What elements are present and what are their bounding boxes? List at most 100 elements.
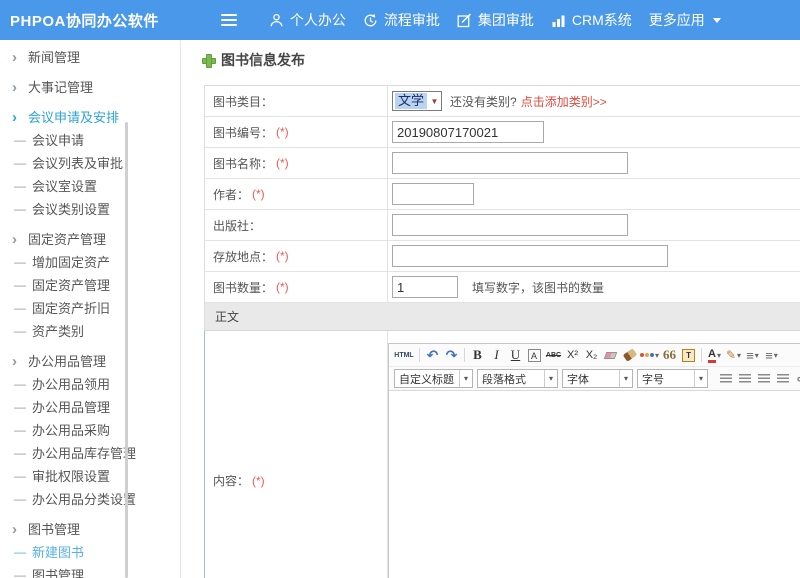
nav-more-apps[interactable]: 更多应用 (647, 0, 723, 40)
ordered-list-icon: ≡ (746, 348, 754, 363)
paragraph-format-select[interactable]: 段落格式▾ (477, 369, 558, 388)
sidebar-item-meeting-list[interactable]: —会议列表及审批 (0, 152, 180, 175)
sidebar-item-approval-permission[interactable]: —审批权限设置 (0, 465, 180, 488)
caret-down-icon: ▾ (755, 351, 759, 360)
superscript-button[interactable]: X² (564, 346, 581, 364)
sidebar-item-supplies-stock[interactable]: —办公用品库存管理 (0, 442, 180, 465)
toolbar-separator (464, 348, 465, 362)
ordered-list-button[interactable]: ≡▾ (744, 346, 761, 364)
align-left-button[interactable] (717, 370, 734, 388)
form-row-book-number: 图书编号：(*) (204, 117, 800, 148)
sidebar-item-books-group[interactable]: ›图书管理 (0, 518, 180, 541)
redo-button[interactable]: ↷ (443, 346, 460, 364)
sidebar-item-supplies-claim[interactable]: —办公用品领用 (0, 373, 180, 396)
form-row-quantity: 图书数量：(*) 填写数字，该图书的数量 (204, 272, 800, 303)
location-input[interactable] (392, 245, 668, 267)
sidebar-menu: ›新闻管理 ›大事记管理 ›会议申请及安排 —会议申请 —会议列表及审批 —会议… (0, 40, 181, 578)
body-section-header: 正文 (204, 303, 800, 331)
nav-label: 更多应用 (649, 10, 705, 30)
dash-icon: — (14, 442, 32, 465)
book-name-input[interactable] (392, 152, 628, 174)
align-justify-button[interactable] (774, 370, 791, 388)
author-input[interactable] (392, 183, 474, 205)
hamburger-menu-icon[interactable] (221, 14, 237, 26)
font-size-select[interactable]: 字号▾ (637, 369, 708, 388)
bold-button[interactable]: B (469, 346, 486, 364)
flow-approval-icon (363, 13, 378, 28)
sidebar-scrollbar[interactable] (125, 122, 128, 578)
person-icon (269, 13, 284, 28)
subscript-button[interactable]: X₂ (583, 346, 600, 364)
unordered-list-button[interactable]: ≡▾ (763, 346, 780, 364)
book-name-label: 图书名称： (213, 155, 273, 172)
top-header-bar: PHPOA协同办公软件 个人办公 流程审批 集团审批 (0, 0, 800, 40)
add-category-link[interactable]: 点击添加类别>> (521, 93, 607, 110)
form-row-category: 图书类目： 文学 ▼ 还没有类别? 点击添加类别>> (204, 86, 800, 117)
insert-link-button[interactable]: ∞ (793, 370, 800, 388)
font-color-button[interactable]: A▾ (706, 346, 723, 364)
custom-title-select[interactable]: 自定义标题▾ (394, 369, 473, 388)
blockquote-button[interactable]: 66 (661, 346, 678, 364)
form-row-location: 存放地点：(*) (204, 241, 800, 272)
sidebar-item-news[interactable]: ›新闻管理 (0, 46, 180, 69)
align-center-button[interactable] (736, 370, 753, 388)
editor-content-area[interactable] (389, 391, 800, 578)
sidebar-item-assets-manage[interactable]: —固定资产管理 (0, 274, 180, 297)
align-right-button[interactable] (755, 370, 772, 388)
editor-toolbar-row1: HTML ↶ ↷ B I U A ABC X² X₂ (389, 344, 800, 367)
sidebar-item-assets-add[interactable]: —增加固定资产 (0, 251, 180, 274)
editor-toolbar-row2: 自定义标题▾ 段落格式▾ 字体▾ 字号▾ ∞ ∞ (389, 367, 800, 391)
caret-down-icon: ▾ (737, 351, 741, 360)
nav-group-approval[interactable]: 集团审批 (455, 0, 536, 40)
form-row-publisher: 出版社： (204, 210, 800, 241)
sidebar-item-supplies-group[interactable]: ›办公用品管理 (0, 350, 180, 373)
sidebar-item-book-manage[interactable]: —图书管理 (0, 564, 180, 578)
publisher-input[interactable] (392, 214, 628, 236)
strikethrough-button[interactable]: ABC (545, 346, 562, 364)
sidebar-item-meeting-group[interactable]: ›会议申请及安排 (0, 106, 180, 129)
sidebar-item-meeting-room[interactable]: —会议室设置 (0, 175, 180, 198)
publisher-label: 出版社： (213, 217, 261, 234)
nav-label: CRM系统 (572, 10, 632, 30)
toolbar-separator (419, 348, 420, 362)
sidebar-item-meeting-apply[interactable]: —会议申请 (0, 129, 180, 152)
auto-typeset-button[interactable]: ▾ (640, 346, 659, 364)
undo-button[interactable]: ↶ (424, 346, 441, 364)
section-title: 正文 (215, 308, 239, 325)
format-painter-button[interactable] (621, 346, 638, 364)
align-left-icon (720, 374, 732, 383)
app-logo: PHPOA协同办公软件 (10, 10, 159, 31)
underline-button[interactable]: U (507, 346, 524, 364)
paste-as-text-button[interactable]: T (680, 346, 697, 364)
category-hint: 还没有类别? (450, 93, 517, 110)
chevron-right-icon: › (12, 106, 28, 129)
align-right-icon (758, 374, 770, 383)
eraser-button[interactable] (602, 346, 619, 364)
font-border-button[interactable]: A (528, 349, 541, 362)
rich-text-editor: HTML ↶ ↷ B I U A ABC X² X₂ (388, 343, 800, 578)
eraser-icon (604, 352, 618, 359)
nav-crm-system[interactable]: CRM系统 (549, 0, 634, 40)
sidebar-item-memorabilia[interactable]: ›大事记管理 (0, 76, 180, 99)
sidebar-item-assets-depreciation[interactable]: —固定资产折旧 (0, 297, 180, 320)
caret-down-icon: ▾ (655, 351, 659, 360)
sidebar-item-meeting-category[interactable]: —会议类别设置 (0, 198, 180, 221)
font-family-select[interactable]: 字体▾ (562, 369, 633, 388)
italic-button[interactable]: I (488, 346, 505, 364)
form-row-book-name: 图书名称：(*) (204, 148, 800, 179)
source-html-button[interactable]: HTML (393, 346, 415, 364)
sidebar-item-assets-group[interactable]: ›固定资产管理 (0, 228, 180, 251)
sidebar-item-book-new[interactable]: —新建图书 (0, 541, 180, 564)
sidebar-item-supplies-category[interactable]: —办公用品分类设置 (0, 488, 180, 511)
category-select[interactable]: 文学 ▼ (392, 91, 442, 111)
sidebar-item-supplies-manage[interactable]: —办公用品管理 (0, 396, 180, 419)
sidebar-item-assets-category[interactable]: —资产类别 (0, 320, 180, 343)
book-number-input[interactable] (392, 121, 544, 143)
nav-personal-office[interactable]: 个人办公 (267, 0, 348, 40)
dash-icon: — (14, 152, 32, 175)
dash-icon: — (14, 274, 32, 297)
nav-flow-approval[interactable]: 流程审批 (361, 0, 442, 40)
quantity-input[interactable] (392, 276, 458, 298)
sidebar-item-supplies-purchase[interactable]: —办公用品采购 (0, 419, 180, 442)
highlight-color-button[interactable]: ✎▾ (725, 346, 742, 364)
